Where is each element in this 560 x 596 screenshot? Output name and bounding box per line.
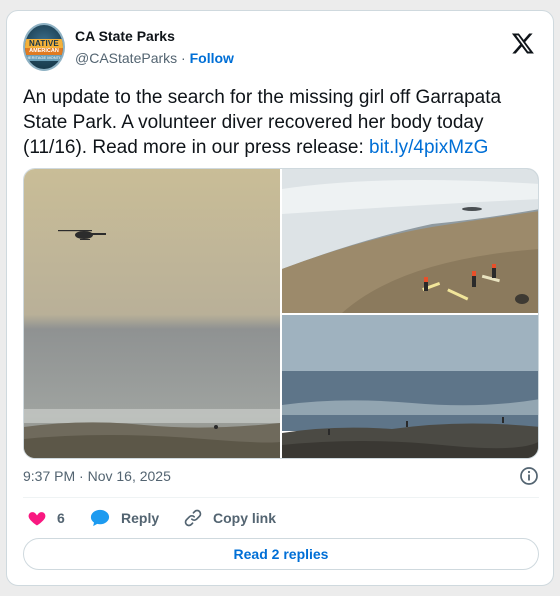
avatar-text-3: HERITAGE MONTH <box>26 55 62 60</box>
copy-link-button[interactable]: Copy link <box>183 508 276 528</box>
avatar-text-2: AMERICAN <box>29 48 59 54</box>
heart-icon <box>28 512 46 526</box>
account-name[interactable]: CA State Parks <box>75 28 175 44</box>
info-icon[interactable] <box>519 466 539 486</box>
link-icon <box>184 509 202 527</box>
photo-helicopter[interactable] <box>24 169 280 458</box>
speech-bubble-icon <box>90 509 110 527</box>
divider <box>23 497 539 498</box>
action-bar: 6 Reply Copy link <box>23 505 539 531</box>
avatar[interactable]: NATIVE AMERICAN HERITAGE MONTH <box>23 23 65 71</box>
photo-rocky-shore[interactable] <box>282 315 538 458</box>
media-grid <box>23 168 539 459</box>
handle-row: @CAStateParks · Follow <box>75 50 234 66</box>
press-release-link[interactable]: bit.ly/4pixMzG <box>369 137 488 158</box>
avatar-text-1: NATIVE <box>29 39 59 48</box>
like-button[interactable]: 6 <box>27 508 65 528</box>
reply-label: Reply <box>121 510 160 526</box>
separator: · <box>181 50 186 66</box>
account-handle[interactable]: @CAStateParks <box>75 50 177 66</box>
reply-button[interactable]: Reply <box>89 508 159 528</box>
tweet-card: NATIVE AMERICAN HERITAGE MONTH CA State … <box>6 10 554 586</box>
tweet-header: NATIVE AMERICAN HERITAGE MONTH CA State … <box>23 23 539 73</box>
read-replies-button[interactable]: Read 2 replies <box>23 538 539 570</box>
x-logo-icon[interactable] <box>511 31 535 55</box>
follow-button[interactable]: Follow <box>190 50 234 66</box>
copy-label: Copy link <box>213 510 277 526</box>
tweet-text: An update to the search for the missing … <box>23 85 543 160</box>
photo-beach-rescuers[interactable] <box>282 169 538 313</box>
tweet-timestamp[interactable]: 9:37 PM · Nov 16, 2025 <box>23 468 171 484</box>
like-count: 6 <box>57 510 65 526</box>
